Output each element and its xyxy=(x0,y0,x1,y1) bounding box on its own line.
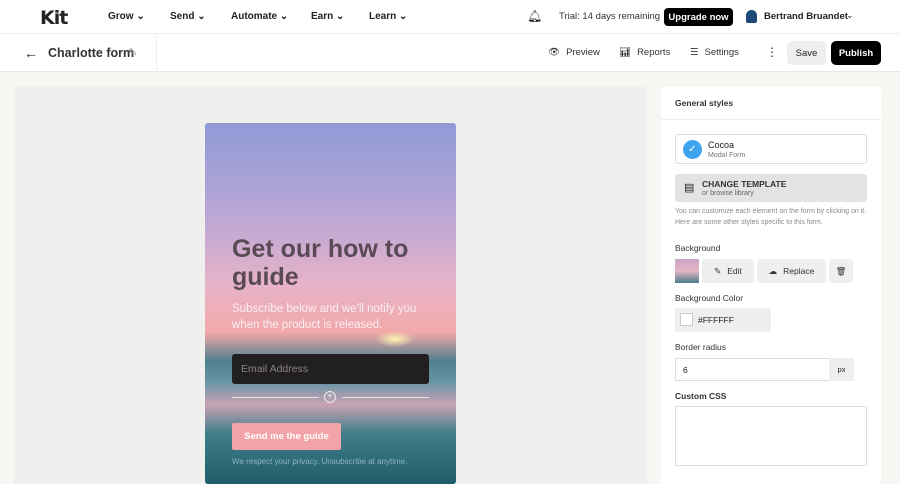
bell-icon[interactable]: 🔔︎ xyxy=(527,9,542,23)
trash-icon[interactable]: 🗑︎ xyxy=(829,259,853,283)
add-element-icon[interactable]: + xyxy=(324,391,336,403)
form-preview[interactable]: Get our how to guide Subscribe below and… xyxy=(205,123,456,484)
trial-status: Trial: 14 days remaining xyxy=(559,11,661,22)
nav-automate[interactable]: Automate ⌄ xyxy=(231,11,288,22)
chevron-down-icon[interactable]: ⌄ xyxy=(846,10,854,21)
replace-label: Replace xyxy=(783,266,815,276)
divider xyxy=(232,397,319,398)
settings-label: Settings xyxy=(704,47,739,58)
save-button[interactable]: Save xyxy=(787,41,826,65)
preview-label: Preview xyxy=(566,47,600,58)
form-title[interactable]: Charlotte form xyxy=(48,46,134,60)
preview-button[interactable]: 👁︎ Preview xyxy=(548,47,600,58)
replace-button[interactable]: ☁ Replace xyxy=(757,259,826,283)
divider xyxy=(342,397,429,398)
radius-unit: px xyxy=(829,358,854,381)
help-text: You can customize each element on the fo… xyxy=(675,208,867,226)
upgrade-button[interactable]: Upgrade now xyxy=(664,8,733,26)
custom-css-input[interactable] xyxy=(675,406,867,466)
nav-earn[interactable]: Earn ⌄ xyxy=(311,11,344,22)
reports-button[interactable]: 📊︎ Reports xyxy=(619,47,670,58)
change-template-label: CHANGE TEMPLATE xyxy=(702,179,787,189)
bg-color-label: Background Color xyxy=(675,293,744,303)
chart-icon: 📊︎ xyxy=(619,47,632,58)
background-thumbnail[interactable] xyxy=(675,259,699,283)
template-type: Modal Form xyxy=(708,152,746,159)
template-name: Cocoa xyxy=(708,140,735,150)
bg-color-value: #FFFFFF xyxy=(698,315,734,325)
publish-button[interactable]: Publish xyxy=(831,41,881,65)
template-icon: ▤ xyxy=(684,182,695,194)
nav-send[interactable]: Send ⌄ xyxy=(170,11,206,22)
avatar[interactable] xyxy=(746,10,757,23)
color-swatch[interactable] xyxy=(680,313,693,326)
eye-icon: 👁︎ xyxy=(548,47,561,58)
user-name[interactable]: Bertrand Bruandet xyxy=(764,11,848,22)
settings-button[interactable]: ☰ Settings xyxy=(690,47,739,58)
sun-decoration xyxy=(375,331,415,347)
divider xyxy=(156,34,157,72)
cloud-upload-icon: ☁ xyxy=(768,265,778,276)
css-label: Custom CSS xyxy=(675,391,727,401)
nav-grow[interactable]: Grow ⌄ xyxy=(108,11,145,22)
radius-input[interactable]: 6 xyxy=(675,358,830,381)
form-heading[interactable]: Get our how to guide xyxy=(232,235,432,291)
styles-panel: General styles ✓ Cocoa Modal Form ▤ CHAN… xyxy=(661,87,881,484)
change-template-button[interactable]: ▤ CHANGE TEMPLATE or browse library xyxy=(675,174,867,202)
top-nav: Kit Grow ⌄ Send ⌄ Automate ⌄ Earn ⌄ Lear… xyxy=(0,0,900,34)
radius-label: Border radius xyxy=(675,342,727,352)
back-arrow-icon[interactable]: ← xyxy=(24,45,38,61)
edit-button[interactable]: ✎ Edit xyxy=(702,259,754,283)
pencil-icon: ✎ xyxy=(714,265,722,276)
pencil-icon[interactable]: ✎ xyxy=(128,46,137,59)
template-card[interactable]: ✓ Cocoa Modal Form xyxy=(675,134,867,164)
browse-library-label: or browse library xyxy=(702,190,754,197)
submit-button[interactable]: Send me the guide xyxy=(232,423,341,450)
more-icon[interactable]: ⋮ xyxy=(766,45,778,59)
sliders-icon: ☰ xyxy=(690,47,699,58)
email-field[interactable]: Email Address xyxy=(232,354,429,384)
bg-color-input[interactable]: #FFFFFF xyxy=(675,308,771,332)
privacy-text[interactable]: We respect your privacy. Unsubscribe at … xyxy=(232,457,407,466)
form-subtitle[interactable]: Subscribe below and we'll notify you whe… xyxy=(232,301,432,333)
edit-label: Edit xyxy=(727,266,742,276)
background-label: Background xyxy=(675,243,721,253)
panel-header: General styles xyxy=(661,87,881,120)
reports-label: Reports xyxy=(637,47,671,58)
check-icon: ✓ xyxy=(683,140,702,159)
nav-learn[interactable]: Learn ⌄ xyxy=(369,11,407,22)
kit-logo[interactable]: Kit xyxy=(40,7,68,29)
